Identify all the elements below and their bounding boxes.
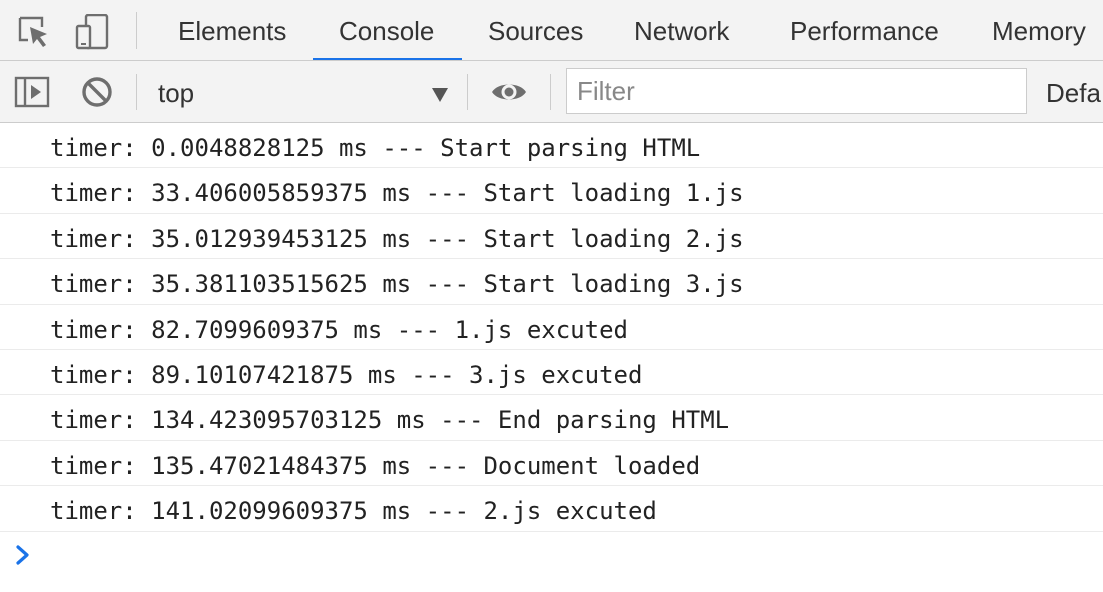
context-selector[interactable]: top — [150, 69, 456, 115]
console-message-text: timer: 82.7099609375 ms --- 1.js excuted — [50, 315, 628, 344]
console-message-text: timer: 0.0048828125 ms --- Start parsing… — [50, 134, 701, 162]
context-value: top — [158, 78, 195, 108]
console-message-text: timer: 33.406005859375 ms --- Start load… — [50, 179, 744, 208]
console-message-text: timer: 35.381103515625 ms --- Start load… — [50, 270, 744, 299]
console-message: timer: 141.02099609375 ms --- 2.js excut… — [0, 486, 1103, 532]
tab-network[interactable]: Network — [634, 0, 729, 60]
tab-performance[interactable]: Performance — [790, 0, 939, 60]
live-expression-eye-icon[interactable] — [491, 74, 527, 110]
console-message: timer: 35.381103515625 ms --- Start load… — [0, 259, 1103, 305]
toolbar-divider — [136, 12, 137, 49]
tab-elements[interactable]: Elements — [178, 0, 286, 60]
device-toolbar-icon[interactable] — [74, 14, 110, 50]
filter-input[interactable] — [566, 68, 1027, 114]
console-message-text: timer: 134.423095703125 ms --- End parsi… — [50, 406, 730, 435]
console-message-text: timer: 89.10107421875 ms --- 3.js excute… — [50, 360, 643, 389]
console-message: timer: 35.012939453125 ms --- Start load… — [0, 214, 1103, 260]
tab-console[interactable]: Console — [339, 0, 434, 60]
toolbar-divider — [550, 74, 551, 110]
toolbar-divider — [467, 74, 468, 110]
console-message-text: timer: 35.012939453125 ms --- Start load… — [50, 224, 744, 253]
chevron-right-icon — [16, 545, 29, 565]
console-messages: timer: 0.0048828125 ms --- Start parsing… — [0, 123, 1103, 532]
show-sidebar-icon[interactable] — [14, 74, 50, 110]
console-message: timer: 82.7099609375 ms --- 1.js excuted — [0, 305, 1103, 350]
console-toolbar: top Defa — [0, 61, 1103, 123]
toolbar-divider — [136, 74, 137, 110]
console-message-text: timer: 141.02099609375 ms --- 2.js excut… — [50, 497, 657, 526]
tab-sources[interactable]: Sources — [488, 0, 583, 60]
console-message: timer: 33.406005859375 ms --- Start load… — [0, 168, 1103, 214]
console-prompt[interactable] — [14, 541, 34, 569]
dropdown-arrow-icon — [432, 88, 448, 102]
devtools-tab-bar: Elements Console Sources Network Perform… — [0, 0, 1103, 61]
console-message: timer: 135.47021484375 ms --- Document l… — [0, 441, 1103, 487]
log-levels-dropdown[interactable]: Defa — [1046, 61, 1101, 122]
console-message-text: timer: 135.47021484375 ms --- Document l… — [50, 451, 701, 480]
inspect-element-icon[interactable] — [16, 14, 52, 50]
console-message: timer: 89.10107421875 ms --- 3.js excute… — [0, 350, 1103, 396]
console-message: timer: 0.0048828125 ms --- Start parsing… — [0, 123, 1103, 169]
tab-memory[interactable]: Memory — [992, 0, 1086, 60]
clear-console-icon[interactable] — [79, 74, 115, 110]
console-message: timer: 134.423095703125 ms --- End parsi… — [0, 395, 1103, 441]
